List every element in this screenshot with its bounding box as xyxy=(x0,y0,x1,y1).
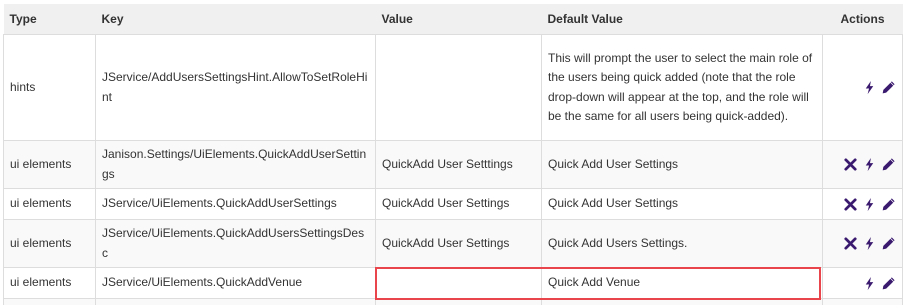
column-header-actions: Actions xyxy=(823,4,903,35)
cell-value[interactable]: QuickAdd User Settings xyxy=(376,220,542,268)
cell-actions xyxy=(823,141,903,189)
column-header-key[interactable]: Key xyxy=(96,4,376,35)
cell-default-value: Quick Add User Settings xyxy=(542,141,823,189)
cell-key: JService/UiElements.QuickAddVenue xyxy=(96,268,376,299)
cell-value[interactable] xyxy=(376,35,542,141)
cell-value[interactable]: QuickAdd User Setttings xyxy=(376,141,542,189)
cell-actions xyxy=(823,189,903,220)
table-row: ui elements JService/UiElements.QuickAdd… xyxy=(4,189,903,220)
settings-table-wrapper: Type Key Value Default Value Actions hin… xyxy=(0,0,905,304)
cell-type: ui elements xyxy=(4,220,96,268)
pencil-icon[interactable] xyxy=(881,157,896,172)
cell-actions xyxy=(823,220,903,268)
table-row-partial xyxy=(4,299,903,305)
cell-type: ui elements xyxy=(4,268,96,299)
bolt-icon[interactable] xyxy=(862,80,877,95)
cell-default-value: Quick Add Venue xyxy=(542,268,823,299)
pencil-icon[interactable] xyxy=(881,276,896,291)
bolt-icon[interactable] xyxy=(862,276,877,291)
cell-actions xyxy=(823,268,903,299)
cell-key: JService/UiElements.QuickAddUsersSetting… xyxy=(96,220,376,268)
close-icon[interactable] xyxy=(843,157,858,172)
table-row: ui elements JService/UiElements.QuickAdd… xyxy=(4,220,903,268)
table-row: ui elements Janison.Settings/UiElements.… xyxy=(4,141,903,189)
pencil-icon[interactable] xyxy=(881,197,896,212)
pencil-icon[interactable] xyxy=(881,80,896,95)
cell-key: JService/UiElements.QuickAddUserSettings xyxy=(96,189,376,220)
cell-actions xyxy=(823,35,903,141)
bolt-icon[interactable] xyxy=(862,157,877,172)
column-header-value[interactable]: Value xyxy=(376,4,542,35)
cell-value[interactable]: QuickAdd User Settings xyxy=(376,189,542,220)
cell-default-value: This will prompt the user to select the … xyxy=(542,35,823,141)
column-header-type[interactable]: Type xyxy=(4,4,96,35)
close-icon[interactable] xyxy=(843,236,858,251)
table-header-row: Type Key Value Default Value Actions xyxy=(4,4,903,35)
cell-type: ui elements xyxy=(4,189,96,220)
bolt-icon[interactable] xyxy=(862,236,877,251)
cell-key: Janison.Settings/UiElements.QuickAddUser… xyxy=(96,141,376,189)
pencil-icon[interactable] xyxy=(881,236,896,251)
bolt-icon[interactable] xyxy=(862,197,877,212)
table-row: hints JService/AddUsersSettingsHint.Allo… xyxy=(4,35,903,141)
cell-type: ui elements xyxy=(4,141,96,189)
cell-default-value: Quick Add User Settings xyxy=(542,189,823,220)
settings-table: Type Key Value Default Value Actions hin… xyxy=(3,4,903,305)
column-header-default-value[interactable]: Default Value xyxy=(542,4,823,35)
cell-type: hints xyxy=(4,35,96,141)
cell-default-value: Quick Add Users Settings. xyxy=(542,220,823,268)
close-icon[interactable] xyxy=(843,197,858,212)
cell-key: JService/AddUsersSettingsHint.AllowToSet… xyxy=(96,35,376,141)
table-row: ui elements JService/UiElements.QuickAdd… xyxy=(4,268,903,299)
cell-value[interactable] xyxy=(376,268,542,299)
